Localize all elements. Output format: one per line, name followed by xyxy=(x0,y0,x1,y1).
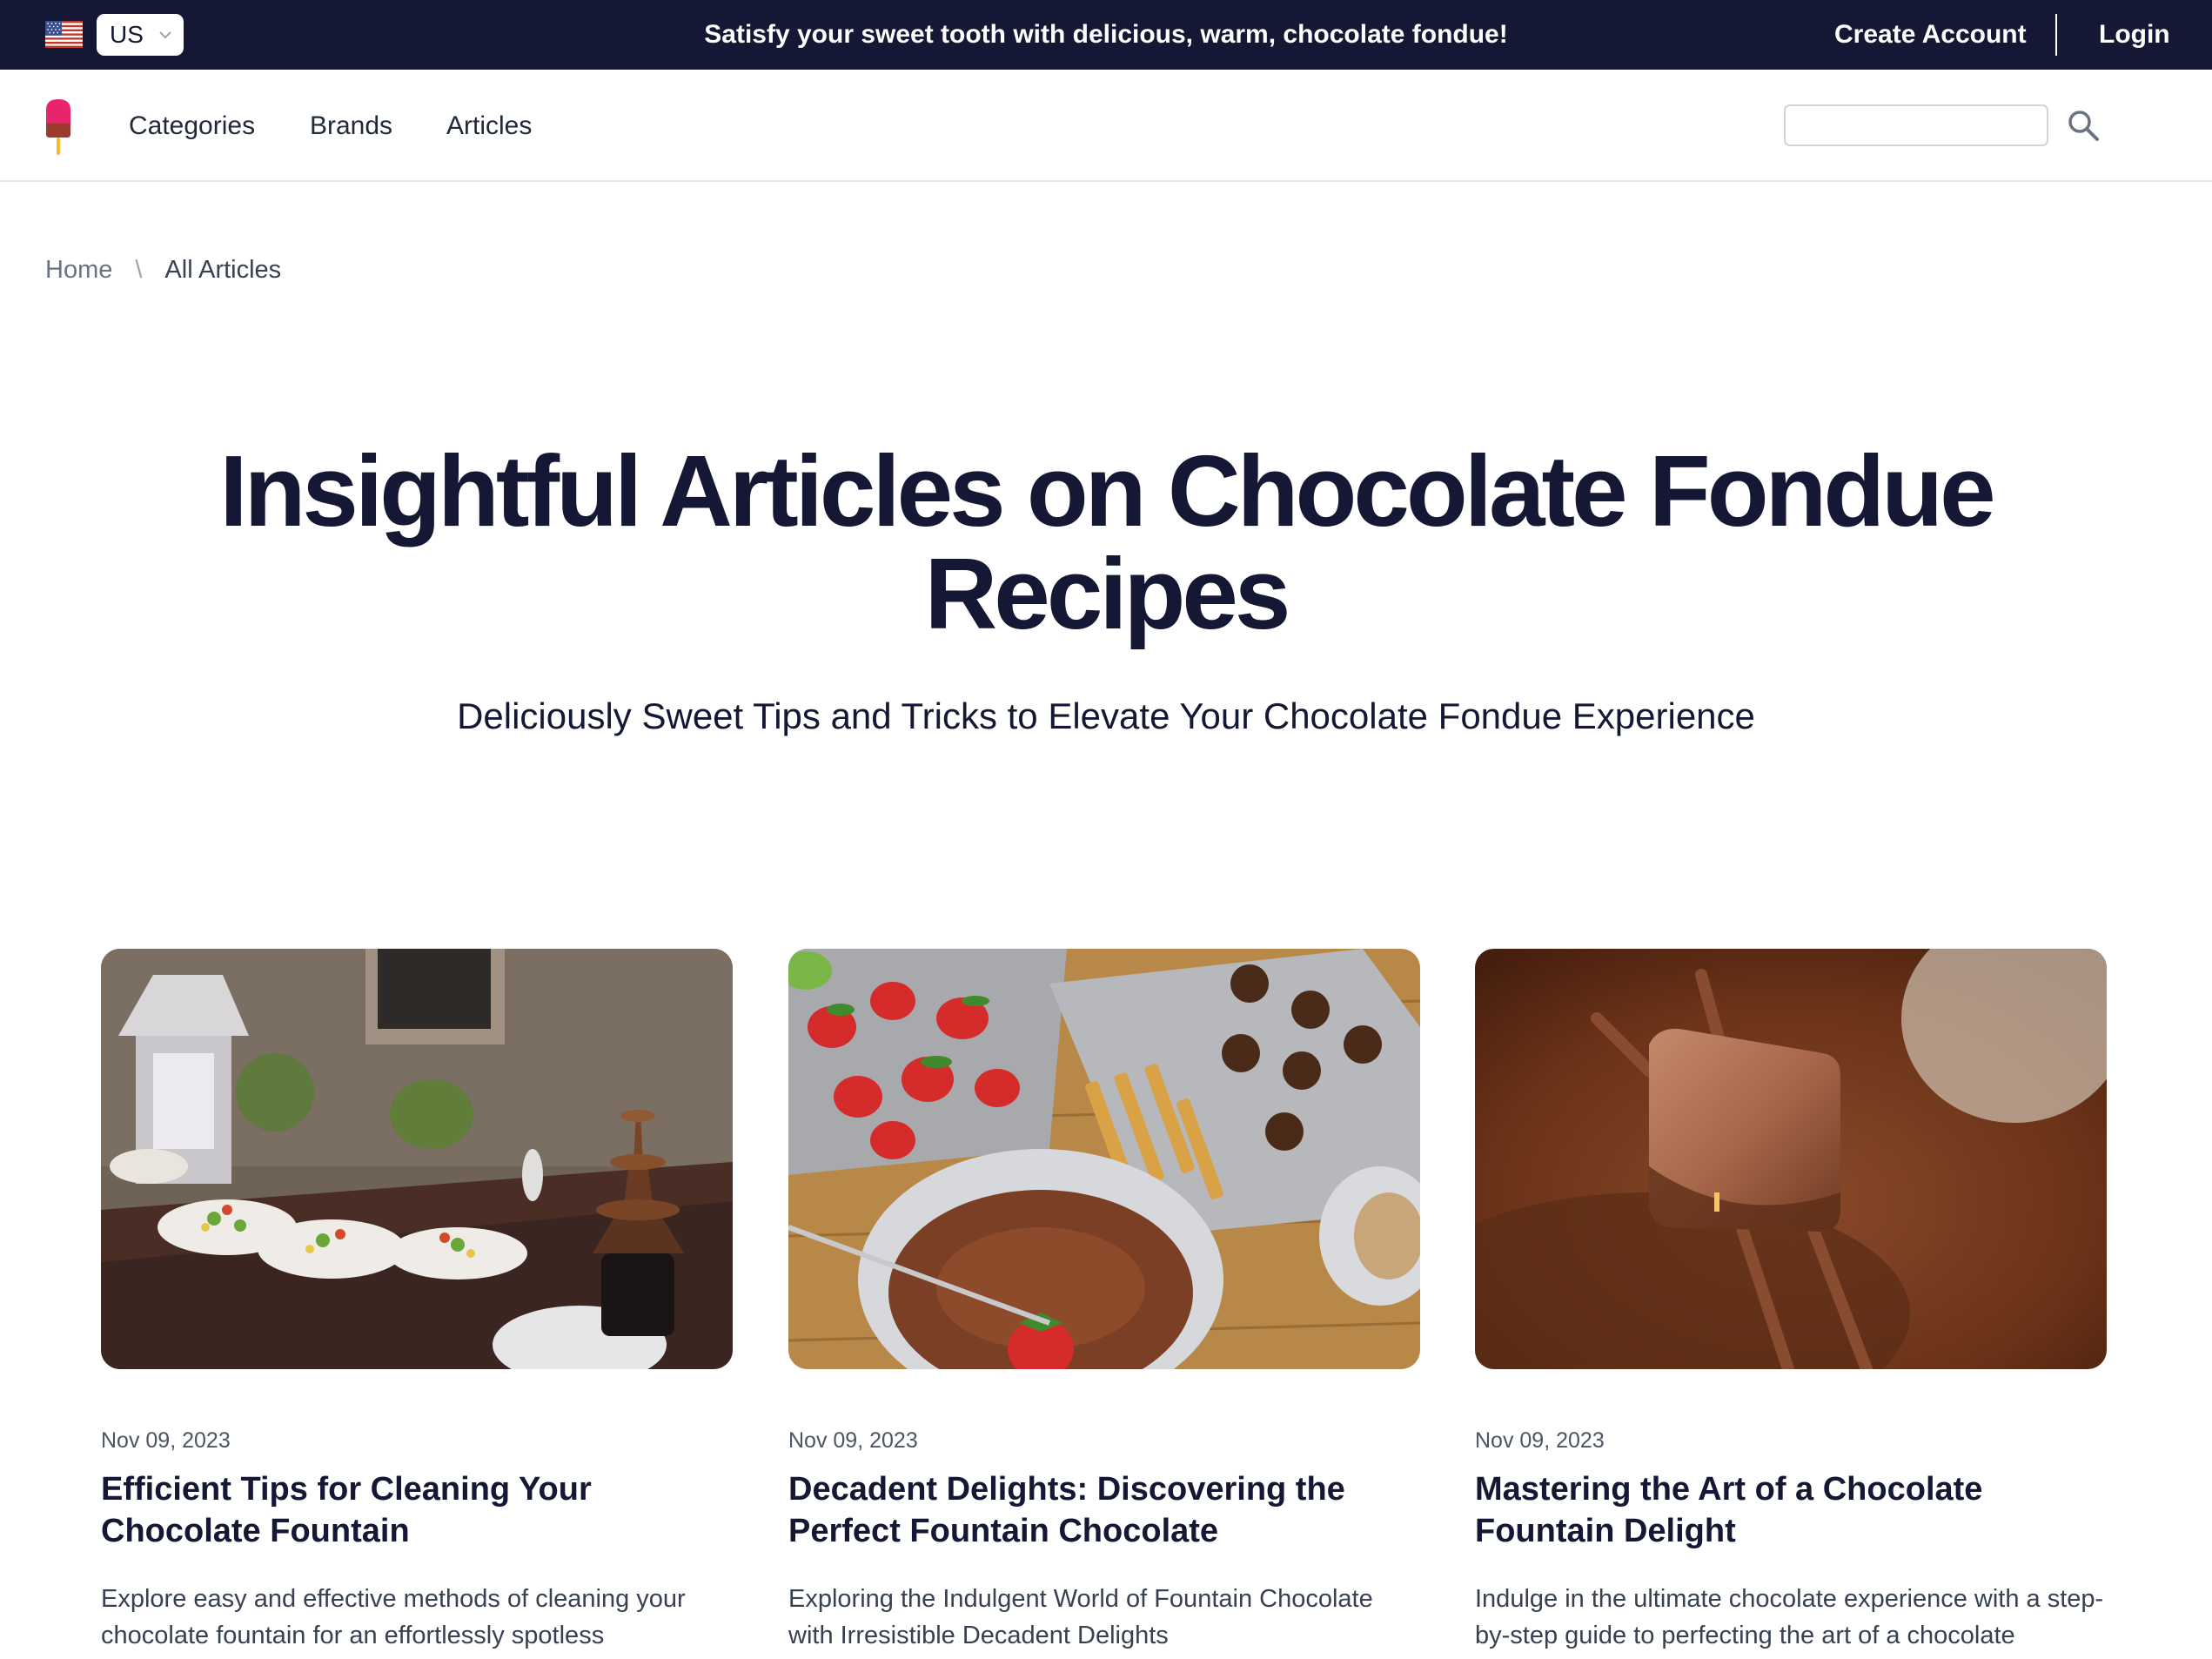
announcement-bar: US Satisfy your sweet tooth with delicio… xyxy=(0,0,2212,70)
nav-brands[interactable]: Brands xyxy=(310,70,392,182)
breadcrumb: Home \ All Articles xyxy=(45,252,281,287)
topbar-divider xyxy=(2055,14,2057,56)
nav-categories[interactable]: Categories xyxy=(129,70,255,182)
popsicle-logo-icon[interactable] xyxy=(44,97,73,155)
search-input[interactable] xyxy=(1784,104,2048,146)
article-excerpt: Explore easy and effective methods of cl… xyxy=(101,1585,686,1649)
article-date: Nov 09, 2023 xyxy=(101,1428,231,1453)
page-title: Insightful Articles on Chocolate Fondue … xyxy=(131,440,2081,645)
article-card[interactable]: Nov 09, 2023 Mastering the Art of a Choc… xyxy=(1475,949,2107,1654)
page-subtitle: Deliciously Sweet Tips and Tricks to Ele… xyxy=(457,695,1755,736)
article-excerpt: Indulge in the ultimate chocolate experi… xyxy=(1475,1585,2104,1649)
article-date: Nov 09, 2023 xyxy=(1475,1428,1605,1453)
nav-articles[interactable]: Articles xyxy=(446,70,532,182)
article-excerpt: Exploring the Indulgent World of Fountai… xyxy=(788,1585,1373,1649)
article-image[interactable] xyxy=(101,949,733,1369)
breadcrumb-current: All Articles xyxy=(164,256,282,284)
page-title-line-1: Insightful Articles on Chocolate Fondue xyxy=(219,434,1995,547)
breadcrumb-separator: \ xyxy=(135,256,143,284)
search-icon[interactable] xyxy=(2066,108,2101,143)
article-card[interactable]: Nov 09, 2023 Decadent Delights: Discover… xyxy=(788,949,1420,1654)
main-nav: Categories Brands Articles xyxy=(0,70,2212,182)
article-title[interactable]: Decadent Delights: Discovering the Perfe… xyxy=(788,1468,1420,1552)
article-title[interactable]: Mastering the Art of a Chocolate Fountai… xyxy=(1475,1468,2107,1552)
create-account-link[interactable]: Create Account xyxy=(1834,0,2027,70)
breadcrumb-home[interactable]: Home xyxy=(45,256,112,284)
article-date: Nov 09, 2023 xyxy=(788,1428,918,1453)
article-image[interactable] xyxy=(788,949,1420,1369)
page-title-line-2: Recipes xyxy=(924,537,1291,650)
login-link[interactable]: Login xyxy=(2099,0,2170,70)
article-image[interactable] xyxy=(1475,949,2107,1369)
article-card[interactable]: Nov 09, 2023 Efficient Tips for Cleaning… xyxy=(101,949,733,1654)
article-title[interactable]: Efficient Tips for Cleaning Your Chocola… xyxy=(101,1468,733,1552)
